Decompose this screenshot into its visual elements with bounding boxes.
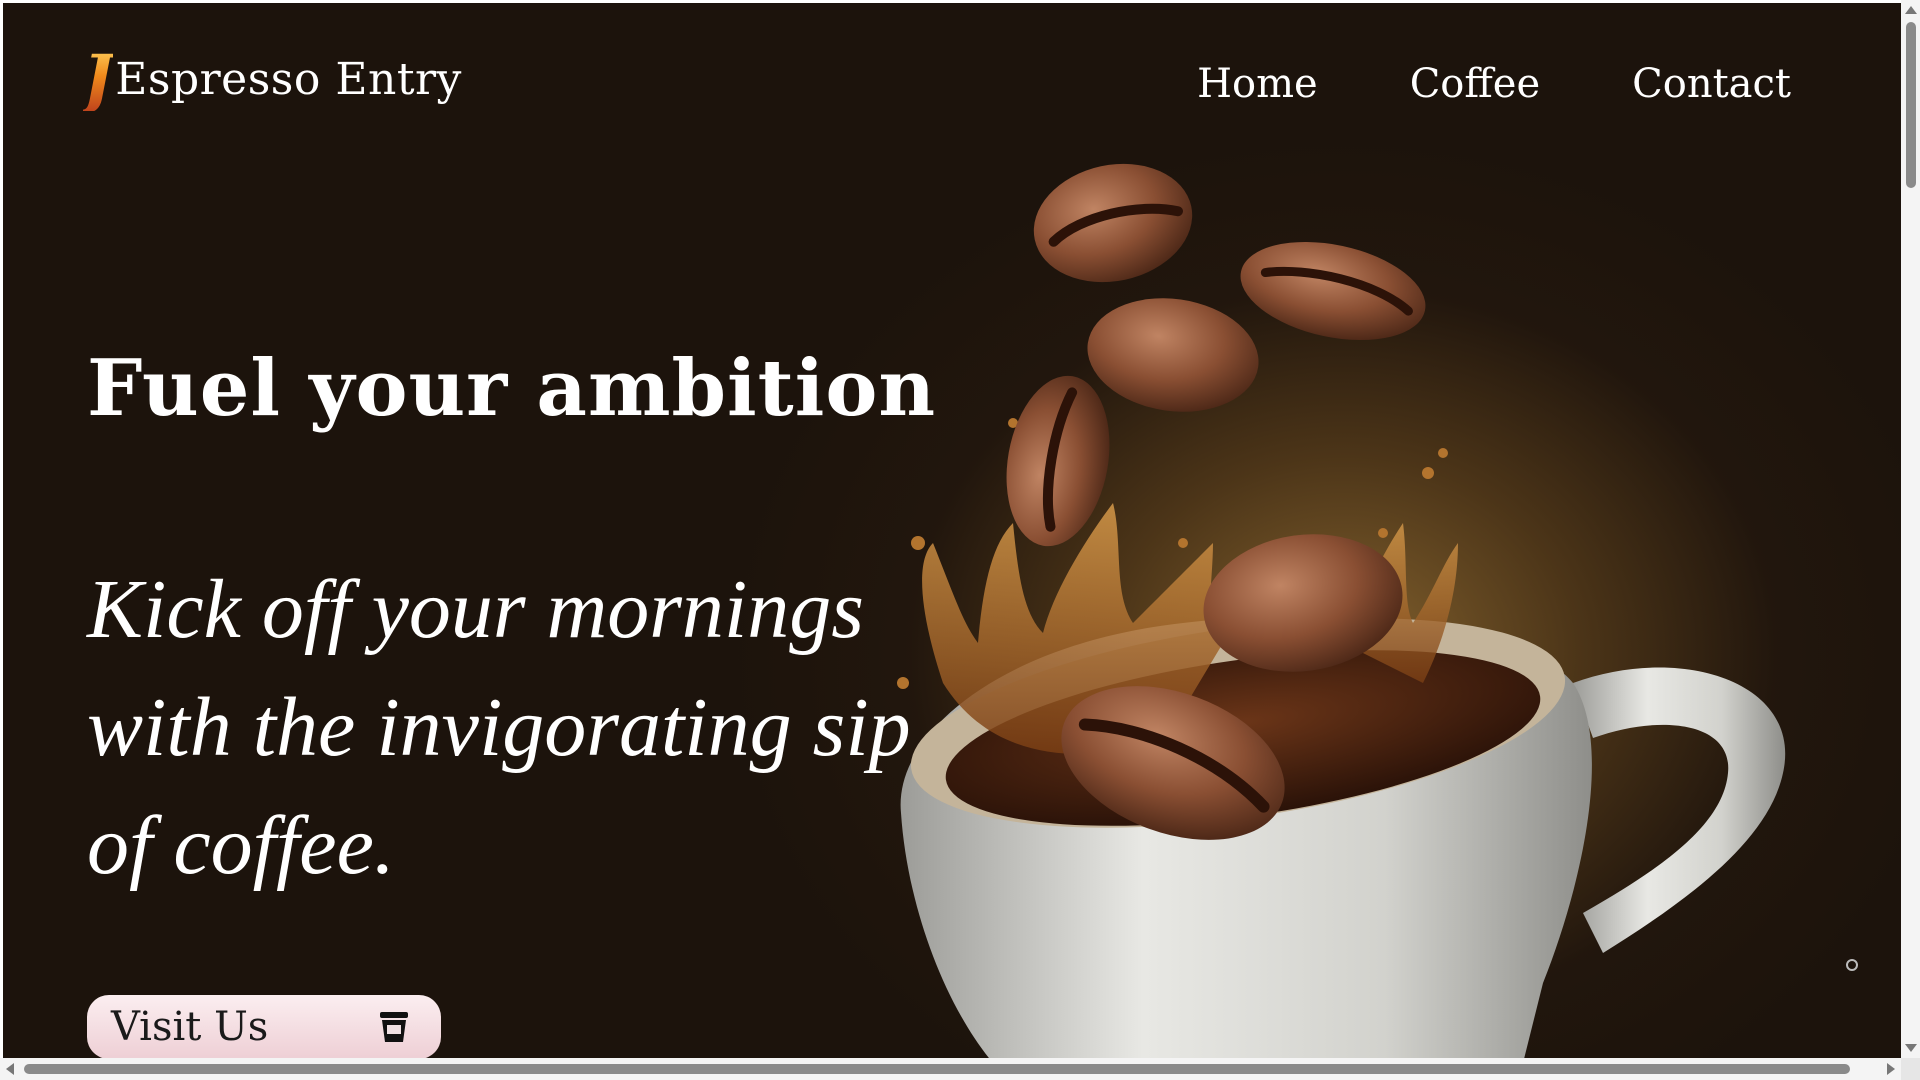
scroll-up-icon[interactable] bbox=[1905, 6, 1917, 14]
page-viewport: J Espresso Entry Home Coffee Contact Fue… bbox=[3, 3, 1901, 1058]
horizontal-scroll-thumb[interactable] bbox=[24, 1064, 1850, 1074]
main-nav: Home Coffee Contact bbox=[1105, 61, 1791, 107]
brand-mark-icon: J bbox=[83, 41, 114, 116]
hero-tagline: Kick off your mornings with the invigora… bbox=[87, 563, 911, 892]
brand-logo[interactable]: J Espresso Entry bbox=[83, 47, 462, 111]
scroll-down-icon[interactable] bbox=[1905, 1044, 1917, 1052]
coffee-bean bbox=[1240, 241, 1426, 341]
coffee-bean bbox=[1033, 163, 1193, 283]
cup-handle bbox=[1573, 667, 1786, 953]
nav-link-contact[interactable]: Contact bbox=[1632, 61, 1791, 107]
nav-link-home[interactable]: Home bbox=[1197, 61, 1318, 107]
scrollbar-corner bbox=[1901, 1058, 1920, 1080]
nav-link-coffee[interactable]: Coffee bbox=[1410, 61, 1540, 107]
vertical-scroll-thumb[interactable] bbox=[1906, 22, 1916, 188]
vertical-scrollbar[interactable] bbox=[1901, 0, 1920, 1058]
visit-us-label: Visit Us bbox=[111, 1004, 269, 1050]
scroll-right-icon[interactable] bbox=[1887, 1063, 1895, 1075]
visit-us-button[interactable]: Visit Us bbox=[87, 995, 441, 1058]
horizontal-scrollbar[interactable] bbox=[0, 1058, 1901, 1080]
brand-name: Espresso Entry bbox=[115, 53, 462, 105]
hero-artwork bbox=[897, 163, 1786, 1058]
hero-headline: Fuel your ambition bbox=[87, 343, 937, 434]
indicator-dot-icon bbox=[1846, 959, 1858, 971]
coffee-bean bbox=[1087, 298, 1259, 412]
scroll-left-icon[interactable] bbox=[6, 1063, 14, 1075]
coffee-cup-icon bbox=[380, 1012, 408, 1042]
